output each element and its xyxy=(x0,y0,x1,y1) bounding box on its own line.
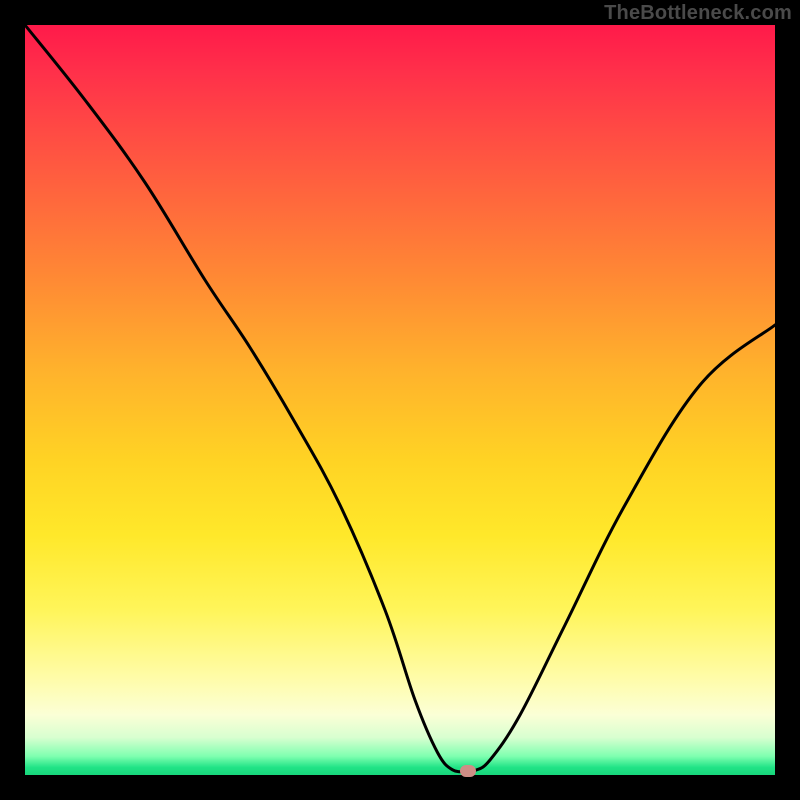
chart-frame: TheBottleneck.com xyxy=(0,0,800,800)
watermark-text: TheBottleneck.com xyxy=(604,2,792,25)
curve-path xyxy=(25,25,775,772)
optimum-marker xyxy=(460,765,476,777)
plot-area xyxy=(25,25,775,775)
bottleneck-curve xyxy=(25,25,775,775)
